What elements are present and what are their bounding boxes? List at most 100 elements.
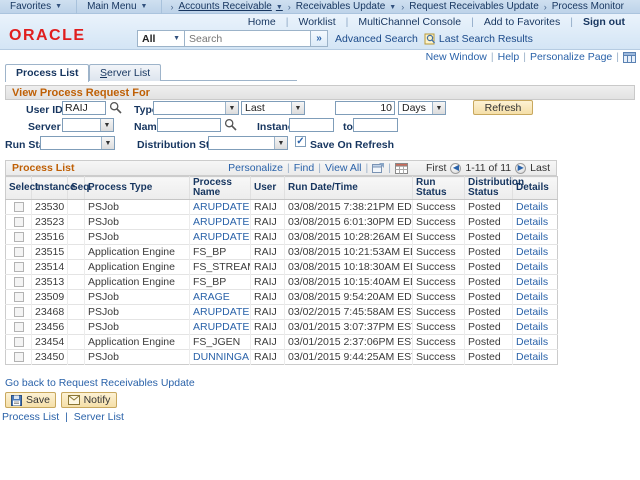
personalize-page-link[interactable]: Personalize Page bbox=[530, 51, 612, 63]
details-link[interactable]: Details bbox=[516, 276, 548, 288]
worklist-link[interactable]: Worklist bbox=[288, 16, 345, 28]
row-select-checkbox[interactable] bbox=[14, 217, 24, 227]
user-id-lookup-icon[interactable] bbox=[109, 101, 122, 114]
cell-process-name[interactable]: FS_STREAMLN bbox=[193, 261, 251, 273]
cell-process-name[interactable]: ARAGE bbox=[193, 291, 230, 303]
help-link[interactable]: Help bbox=[498, 51, 520, 63]
cell-user: RAIJ bbox=[251, 215, 285, 230]
row-select-checkbox[interactable] bbox=[14, 277, 24, 287]
row-select-checkbox[interactable] bbox=[14, 307, 24, 317]
cell-process-type: PSJob bbox=[85, 200, 190, 215]
multichannel-console-link[interactable]: MultiChannel Console bbox=[348, 16, 471, 28]
footer-process-list-link[interactable]: Process List bbox=[2, 411, 59, 423]
breadcrumb-item-accounts-receivable[interactable]: Accounts Receivable▼ bbox=[178, 1, 282, 12]
row-select-checkbox[interactable] bbox=[14, 247, 24, 257]
main-menu[interactable]: Main Menu ▼ bbox=[77, 0, 162, 14]
breadcrumb-separator-icon: › bbox=[544, 2, 547, 12]
distribution-status-select[interactable]: ▼ bbox=[208, 136, 288, 150]
cell-process-name[interactable]: ARUPDATE bbox=[193, 306, 249, 318]
type-select[interactable]: ▼ bbox=[153, 101, 239, 115]
find-link[interactable]: Find bbox=[294, 162, 314, 174]
go-back-link[interactable]: Go back to Request Receivables Update bbox=[5, 377, 195, 389]
pager-next-icon[interactable]: ▶ bbox=[515, 163, 526, 174]
details-link[interactable]: Details bbox=[516, 321, 548, 333]
cell-process-name[interactable]: DUNNINGA bbox=[193, 351, 249, 363]
search-input[interactable] bbox=[185, 30, 311, 47]
cell-process-name[interactable]: ARUPDATE bbox=[193, 216, 249, 228]
row-select-checkbox[interactable] bbox=[14, 292, 24, 302]
instance-to-input[interactable] bbox=[353, 118, 398, 132]
cell-process-name[interactable]: ARUPDATE bbox=[193, 201, 249, 213]
user-id-label: User ID bbox=[26, 104, 63, 116]
details-link[interactable]: Details bbox=[516, 291, 548, 303]
download-to-excel-icon[interactable] bbox=[395, 163, 408, 174]
name-lookup-icon[interactable] bbox=[224, 118, 237, 131]
pager-prev-icon[interactable]: ◀ bbox=[450, 163, 461, 174]
details-link[interactable]: Details bbox=[516, 231, 548, 243]
cell-user: RAIJ bbox=[251, 320, 285, 335]
chevron-down-icon: ▼ bbox=[276, 4, 283, 11]
details-link[interactable]: Details bbox=[516, 351, 548, 363]
tab-process-list[interactable]: Process List bbox=[5, 64, 89, 82]
cell-process-name[interactable]: ARUPDATE bbox=[193, 231, 249, 243]
sign-out-link[interactable]: Sign out bbox=[573, 16, 635, 28]
instance-from-input[interactable] bbox=[289, 118, 334, 132]
footer-server-list-link[interactable]: Server List bbox=[74, 411, 124, 423]
user-id-input[interactable] bbox=[62, 101, 106, 115]
notify-button[interactable]: Notify bbox=[61, 392, 117, 408]
cell-seq bbox=[68, 200, 85, 215]
save-button[interactable]: Save bbox=[5, 392, 56, 408]
cell-process-name[interactable]: FS_BP bbox=[193, 276, 226, 288]
details-link[interactable]: Details bbox=[516, 336, 548, 348]
save-on-refresh-label: Save On Refresh bbox=[310, 139, 394, 151]
details-link[interactable]: Details bbox=[516, 261, 548, 273]
row-select-checkbox[interactable] bbox=[14, 232, 24, 242]
row-select-checkbox[interactable] bbox=[14, 262, 24, 272]
copy-url-icon[interactable] bbox=[623, 52, 636, 63]
pager-last-label[interactable]: Last bbox=[530, 162, 550, 174]
cell-distribution-status: Posted bbox=[465, 320, 513, 335]
server-select[interactable]: ▼ bbox=[62, 118, 114, 132]
details-link[interactable]: Details bbox=[516, 306, 548, 318]
days-count-input[interactable] bbox=[335, 101, 395, 115]
personalize-link[interactable]: Personalize bbox=[228, 162, 283, 174]
cell-run-status: Success bbox=[413, 305, 465, 320]
cell-process-name[interactable]: FS_JGEN bbox=[193, 336, 240, 348]
advanced-search-link[interactable]: Advanced Search bbox=[335, 33, 418, 45]
row-select-checkbox[interactable] bbox=[14, 352, 24, 362]
home-link[interactable]: Home bbox=[238, 16, 286, 28]
cell-process-type: PSJob bbox=[85, 215, 190, 230]
save-on-refresh-checkbox[interactable]: ✓ bbox=[295, 136, 306, 147]
row-select-checkbox[interactable] bbox=[14, 322, 24, 332]
last-search-results-link[interactable]: Last Search Results bbox=[424, 33, 533, 45]
refresh-button[interactable]: Refresh bbox=[473, 100, 533, 115]
row-select-checkbox[interactable] bbox=[14, 337, 24, 347]
pager-first-label[interactable]: First bbox=[426, 162, 446, 174]
details-link[interactable]: Details bbox=[516, 246, 548, 258]
search-submit-button[interactable]: » bbox=[311, 30, 328, 47]
view-all-link[interactable]: View All bbox=[325, 162, 362, 174]
cell-process-name[interactable]: ARUPDATE bbox=[193, 321, 249, 333]
new-window-link[interactable]: New Window bbox=[426, 51, 487, 63]
cell-process-name[interactable]: FS_BP bbox=[193, 246, 226, 258]
tab-server-list[interactable]: Server List bbox=[89, 64, 161, 81]
add-to-favorites-link[interactable]: Add to Favorites bbox=[474, 16, 570, 28]
breadcrumb-item-request-receivables-update[interactable]: Request Receivables Update bbox=[409, 1, 539, 12]
cell-seq bbox=[68, 320, 85, 335]
range-select[interactable]: Last ▼ bbox=[241, 101, 305, 115]
breadcrumb-item-receivables-update[interactable]: Receivables Update▼ bbox=[296, 1, 396, 12]
row-select-checkbox[interactable] bbox=[14, 202, 24, 212]
zoom-grid-icon[interactable] bbox=[372, 163, 384, 173]
process-name-input[interactable] bbox=[157, 118, 221, 132]
table-row: 23450 PSJob DUNNINGA RAIJ 03/01/2015 9:4… bbox=[6, 350, 558, 365]
details-link[interactable]: Details bbox=[516, 216, 548, 228]
details-link[interactable]: Details bbox=[516, 201, 548, 213]
grid-pager: First ◀ 1-11 of 11 ▶ Last bbox=[426, 162, 550, 174]
days-unit-select[interactable]: Days ▼ bbox=[398, 101, 446, 115]
cell-seq bbox=[68, 335, 85, 350]
favorites-menu[interactable]: Favorites ▼ bbox=[0, 0, 77, 14]
run-status-select[interactable]: ▼ bbox=[40, 136, 115, 150]
search-scope-select[interactable]: All ▼ bbox=[137, 30, 185, 47]
page-action-links: New Window | Help | Personalize Page | bbox=[426, 51, 636, 63]
col-run-datetime: Run Date/Time bbox=[285, 177, 413, 200]
